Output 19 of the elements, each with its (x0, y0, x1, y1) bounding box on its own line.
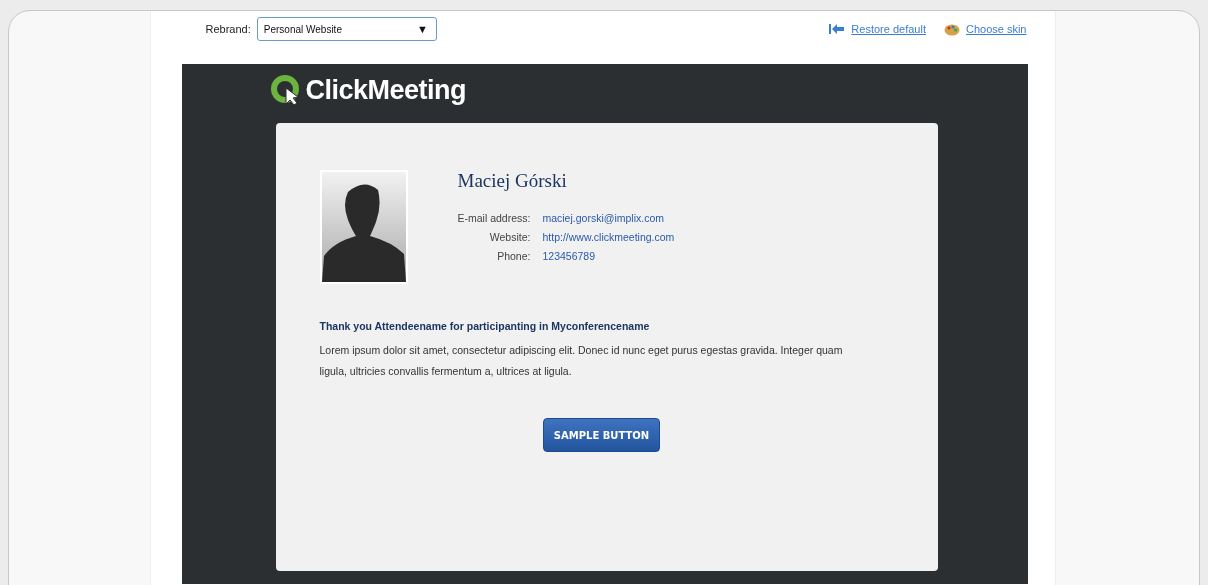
avatar-silhouette-icon (319, 170, 408, 284)
sample-button[interactable]: SAMPLE BUTTON (542, 418, 661, 452)
message-body: Lorem ipsum dolor sit amet, consectetur adipiscing elit. Donec id nunc eget purus egestas gravida. Integer quam ligula, ultricies convallis fermentum a, ultrices at ligula. (319, 343, 844, 379)
logo-text: ClickMeeting (305, 74, 467, 106)
rebrand-dropdown[interactable]: Personal Website ▼ (256, 17, 437, 41)
logo-icon (269, 74, 302, 106)
field-value: 123456789 (542, 250, 596, 262)
profile-name: Maciej Górski (457, 170, 568, 192)
field-label: Website: (488, 231, 531, 243)
field-value: http://www.clickmeeting.com (542, 231, 675, 243)
rebrand-label: Rebrand: (205, 23, 251, 35)
palette-icon (943, 22, 960, 36)
field-value: maciej.gorski@implix.com (542, 212, 665, 224)
skin-link[interactable]: Choose skin (965, 23, 1027, 35)
message-heading: Thank you Attendeename for participanting in Myconferencename (319, 320, 651, 332)
arrow-left-icon (829, 23, 846, 35)
field-label: Phone: (496, 250, 531, 262)
restore-link[interactable]: Restore default (851, 23, 926, 35)
field-label: E-mail address: (457, 212, 531, 224)
